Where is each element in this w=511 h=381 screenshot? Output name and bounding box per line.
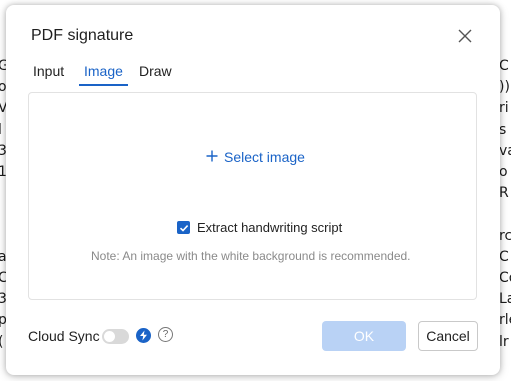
checkmark-icon [179,224,188,232]
help-icon[interactable]: ? [158,327,173,342]
background-note: Note: An image with the white background… [91,249,411,263]
extract-handwriting-checkbox[interactable] [177,221,190,234]
plus-icon [206,149,218,165]
select-image-label: Select image [224,149,305,165]
pdf-signature-dialog: PDF signature Input Image Draw Select im… [6,5,500,375]
extract-handwriting-option: Extract handwriting script [177,220,342,235]
cloud-sync-toggle[interactable] [102,329,129,344]
lightning-icon [136,328,151,343]
image-drop-area[interactable]: Select image Extract handwriting script … [28,92,477,300]
dialog-title: PDF signature [31,27,134,44]
tab-input[interactable]: Input [28,63,69,84]
select-image-button[interactable]: Select image [206,149,305,165]
tab-image[interactable]: Image [79,63,128,86]
extract-handwriting-label: Extract handwriting script [197,220,343,235]
close-icon[interactable] [456,27,474,45]
cancel-button[interactable]: Cancel [418,321,478,351]
ok-button[interactable]: OK [322,321,406,351]
background-document-right: C )) ri s va o R rc C Co La rle lr [499,58,511,350]
tab-draw[interactable]: Draw [134,63,177,84]
toggle-knob [104,331,115,342]
cloud-sync-label: Cloud Sync [28,328,100,344]
